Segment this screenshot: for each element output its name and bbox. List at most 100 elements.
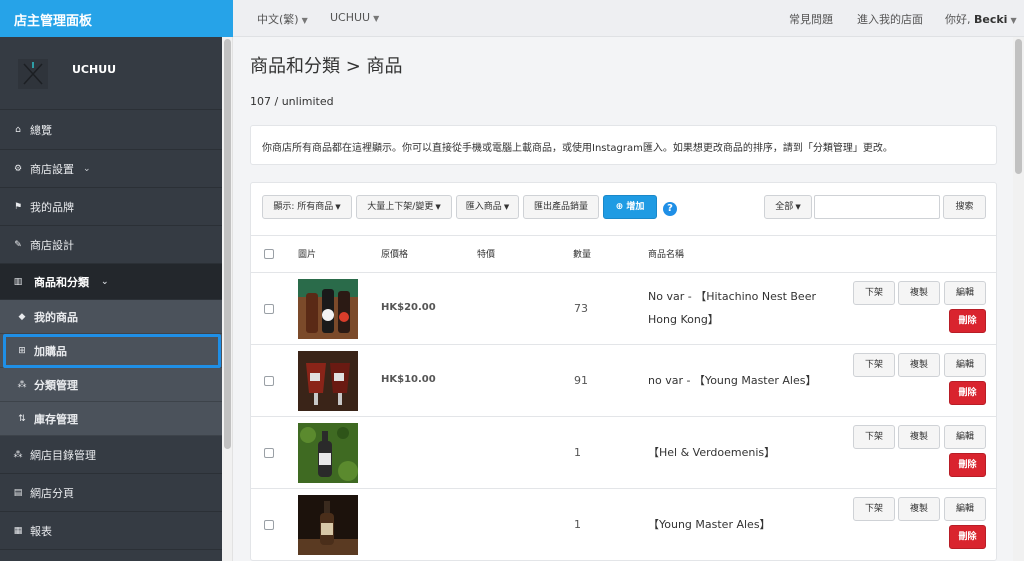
add-product-button[interactable]: ⊕ 增加 <box>603 195 657 219</box>
sidebar-item-catalog[interactable]: ⁂ 網店目錄管理 <box>0 436 222 474</box>
copy-button[interactable]: 複製 <box>898 425 940 449</box>
shop-name: UCHUU <box>72 63 117 76</box>
chevron-down-icon: ▼ <box>373 14 380 23</box>
chevron-down-icon: ⌄ <box>83 163 91 174</box>
panel-title: 店主管理面板 <box>0 0 233 37</box>
page-scrollbar[interactable] <box>1013 37 1024 561</box>
sidebar-item-my-brand[interactable]: ⚑ 我的品牌 <box>0 188 222 226</box>
sidebar-item-reports[interactable]: ▦ 報表 <box>0 512 222 550</box>
export-sales-button[interactable]: 匯出產品銷量 <box>523 195 599 219</box>
product-name[interactable]: 【Young Master Ales】 <box>648 513 838 536</box>
select-all-checkbox[interactable] <box>264 249 274 259</box>
unlist-button[interactable]: 下架 <box>853 353 895 377</box>
product-quota: 107 / unlimited <box>250 95 334 108</box>
copy-button[interactable]: 複製 <box>898 281 940 305</box>
sitemap-icon: ⁂ <box>13 449 23 460</box>
table-row: 1 【Hel & Verdoemenis】 下架 複製 編輯 刪除 <box>251 416 996 488</box>
row-checkbox[interactable] <box>264 304 274 314</box>
barcode-icon: ▥ <box>13 276 23 287</box>
edit-button[interactable]: 編輯 <box>944 281 986 305</box>
chevron-down-icon: ▼ <box>301 16 308 25</box>
row-checkbox[interactable] <box>264 520 274 530</box>
sidebar: UCHUU ⌂ 總覽 ⚙ 商店設置 ⌄ ⚑ 我的品牌 ✎ 商店設計 ▥ 商品和分… <box>0 37 222 561</box>
gear-icon: ⚙ <box>13 163 23 174</box>
sidebar-item-category-management[interactable]: ⁂ 分類管理 <box>0 368 222 402</box>
edit-button[interactable]: 編輯 <box>944 425 986 449</box>
product-price: HK$10.00 <box>381 374 436 385</box>
delete-button[interactable]: 刪除 <box>949 453 986 477</box>
product-quantity: 1 <box>574 446 581 459</box>
caret-down-icon: ▼ <box>335 203 341 211</box>
sidebar-item-pages[interactable]: ▤ 網店分頁 <box>0 474 222 512</box>
top-bar: 中文(繁) ▼ UCHUU ▼ 常見問題 進入我的店面 你好, Becki ▼ <box>233 0 1024 37</box>
edit-button[interactable]: 編輯 <box>944 353 986 377</box>
faq-link[interactable]: 常見問題 <box>789 11 833 27</box>
sidebar-item-overview[interactable]: ⌂ 總覽 <box>0 111 222 150</box>
table-row: 1 【Young Master Ales】 下架 複製 編輯 刪除 <box>251 488 996 560</box>
product-quantity: 91 <box>574 374 588 387</box>
sidebar-item-store-design[interactable]: ✎ 商店設計 <box>0 226 222 264</box>
table-row: HK$10.00 91 no var - 【Young Master Ales】… <box>251 344 996 416</box>
caret-down-icon: ▼ <box>503 203 510 211</box>
unlist-button[interactable]: 下架 <box>853 425 895 449</box>
file-icon: ▤ <box>13 487 23 498</box>
user-menu[interactable]: 你好, Becki ▼ <box>945 11 1017 27</box>
product-image <box>298 351 358 411</box>
column-header-quantity[interactable]: 數量 <box>573 247 591 260</box>
page-title: 商品和分類 > 商品 <box>250 56 403 77</box>
copy-button[interactable]: 複製 <box>898 497 940 521</box>
info-notice: 你商店所有商品都在這裡顯示。你可以直接從手機或電腦上載商品，或使用Instagr… <box>250 125 997 165</box>
column-header-price[interactable]: 原價格 <box>381 247 408 260</box>
chevron-down-icon: ▼ <box>1010 16 1017 25</box>
product-name[interactable]: no var - 【Young Master Ales】 <box>648 369 838 392</box>
sidebar-item-my-products[interactable]: ◆ 我的商品 <box>0 300 222 334</box>
help-icon[interactable]: ? <box>663 202 677 216</box>
sidebar-item-store-settings[interactable]: ⚙ 商店設置 ⌄ <box>0 150 222 188</box>
search-button[interactable]: 搜索 <box>943 195 986 219</box>
store-dropdown[interactable]: UCHUU ▼ <box>330 11 379 24</box>
main-content: 商品和分類 > 商品 107 / unlimited 你商店所有商品都在這裡顯示… <box>233 37 1013 561</box>
bulk-change-dropdown[interactable]: 大量上下架/變更 ▼ <box>356 195 452 219</box>
unlist-button[interactable]: 下架 <box>853 497 895 521</box>
row-checkbox[interactable] <box>264 376 274 386</box>
product-image <box>298 423 358 483</box>
import-products-dropdown[interactable]: 匯入商品 ▼ <box>456 195 519 219</box>
chart-icon: ▦ <box>13 525 23 536</box>
plus-circle-icon: ⊕ <box>615 202 624 212</box>
sitemap-icon: ⁂ <box>17 379 27 390</box>
column-header-image: 圖片 <box>298 250 317 260</box>
caret-down-icon: ▼ <box>795 203 801 211</box>
show-all-dropdown[interactable]: 顯示: 所有商品 ▼ <box>262 195 352 219</box>
row-checkbox[interactable] <box>264 448 274 458</box>
caret-down-icon: ▼ <box>435 203 441 211</box>
shop-profile: UCHUU <box>0 37 222 110</box>
table-row: HK$20.00 73 No var - 【Hitachino Nest Bee… <box>251 272 996 344</box>
enter-store-link[interactable]: 進入我的店面 <box>857 11 923 27</box>
products-panel: 顯示: 所有商品 ▼ 大量上下架/變更 ▼ 匯入商品 ▼ 匯出產品銷量 ⊕ 增加 ? … <box>250 182 997 561</box>
language-dropdown[interactable]: 中文(繁) ▼ <box>257 11 308 27</box>
product-quantity: 1 <box>574 518 581 531</box>
column-header-sale-price[interactable]: 特價 <box>477 247 495 260</box>
copy-button[interactable]: 複製 <box>898 353 940 377</box>
flag-icon: ⚑ <box>13 201 23 212</box>
sidebar-item-products-categories[interactable]: ▥ 商品和分類 ⌄ <box>0 264 222 300</box>
highlight-box <box>3 334 221 368</box>
unlist-button[interactable]: 下架 <box>853 281 895 305</box>
filter-dropdown[interactable]: 全部 ▼ <box>764 195 812 219</box>
chevron-down-icon: ⌄ <box>101 276 109 287</box>
delete-button[interactable]: 刪除 <box>949 525 986 549</box>
delete-button[interactable]: 刪除 <box>949 309 986 333</box>
sidebar-scrollbar[interactable] <box>222 37 233 561</box>
product-image <box>298 495 358 555</box>
search-input[interactable] <box>814 195 940 219</box>
column-header-name[interactable]: 商品名稱 <box>648 247 684 260</box>
wand-icon: ✎ <box>14 239 22 250</box>
product-image <box>298 279 358 339</box>
product-price: HK$20.00 <box>381 302 436 313</box>
product-name[interactable]: 【Hel & Verdoemenis】 <box>648 441 838 464</box>
delete-button[interactable]: 刪除 <box>949 381 986 405</box>
sidebar-item-inventory[interactable]: ⇅ 庫存管理 <box>0 402 222 436</box>
edit-button[interactable]: 編輯 <box>944 497 986 521</box>
sort-icon: ⇅ <box>18 413 26 424</box>
product-name[interactable]: No var - 【Hitachino Nest Beer Hong Kong】 <box>648 285 838 331</box>
